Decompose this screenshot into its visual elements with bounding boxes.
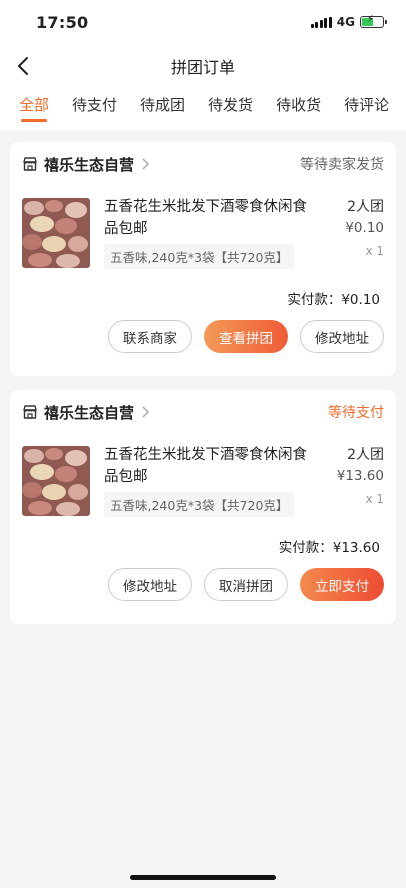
unit-price: ¥13.60 bbox=[336, 468, 384, 484]
order-card: 禧乐生态自营 等待卖家发货 五香花生米批发下酒零食休闲食品包邮 五香味,240克… bbox=[10, 142, 396, 376]
group-size: 2人团 bbox=[347, 447, 384, 463]
shop-name: 禧乐生态自营 bbox=[44, 155, 135, 174]
product-image bbox=[22, 198, 90, 268]
page-title: 拼团订单 bbox=[170, 58, 235, 77]
amount-paid: 实付款：¥0.10 bbox=[287, 292, 380, 308]
store-icon bbox=[22, 404, 38, 420]
product-image bbox=[22, 446, 90, 516]
status-bar: 17:50 4G ⚡ bbox=[0, 0, 406, 44]
home-indicator[interactable] bbox=[130, 875, 276, 880]
order-status: 等待支付 bbox=[328, 405, 384, 421]
shop-name: 禧乐生态自营 bbox=[44, 403, 135, 422]
product-pricing: 2人团 ¥0.10 x 1 bbox=[328, 196, 384, 278]
product-row[interactable]: 五香花生米批发下酒零食休闲食品包邮 五香味,240克*3袋【共720克】 2人团… bbox=[10, 434, 396, 526]
quantity: x 1 bbox=[365, 244, 384, 258]
unit-price: ¥0.10 bbox=[345, 220, 384, 236]
pay-now-button[interactable]: 立即支付 bbox=[300, 568, 384, 601]
chevron-left-icon bbox=[18, 57, 28, 75]
product-spec: 五香味,240克*3袋【共720克】 bbox=[104, 492, 295, 517]
shop-row[interactable]: 禧乐生态自营 等待卖家发货 bbox=[10, 142, 396, 186]
order-actions: 修改地址 取消拼团 立即支付 bbox=[10, 568, 396, 601]
order-status: 等待卖家发货 bbox=[300, 157, 384, 173]
quantity: x 1 bbox=[365, 492, 384, 506]
nav-bar: 拼团订单 bbox=[0, 44, 406, 88]
view-group-button[interactable]: 查看拼团 bbox=[204, 320, 288, 353]
contact-seller-button[interactable]: 联系商家 bbox=[108, 320, 192, 353]
charging-icon: ⚡ bbox=[367, 14, 375, 25]
chevron-right-icon bbox=[142, 406, 150, 418]
product-row[interactable]: 五香花生米批发下酒零食休闲食品包邮 五香味,240克*3袋【共720克】 2人团… bbox=[10, 186, 396, 278]
tab-all[interactable]: 全部 bbox=[19, 88, 49, 122]
order-card: 禧乐生态自营 等待支付 五香花生米批发下酒零食休闲食品包邮 五香味,240克*3… bbox=[10, 390, 396, 624]
top-area: 17:50 4G ⚡ 拼团订单 全部 待支付 待成团 待发货 待收货 待评论 bbox=[0, 0, 406, 130]
product-pricing: 2人团 ¥13.60 x 1 bbox=[328, 444, 384, 526]
edit-address-button[interactable]: 修改地址 bbox=[108, 568, 192, 601]
store-icon bbox=[22, 156, 38, 172]
group-size: 2人团 bbox=[347, 199, 384, 215]
tab-pending-payment[interactable]: 待支付 bbox=[72, 88, 117, 115]
tab-pending-review[interactable]: 待评论 bbox=[344, 88, 389, 115]
product-name: 五香花生米批发下酒零食休闲食品包邮 bbox=[104, 199, 307, 237]
chevron-right-icon bbox=[142, 158, 150, 170]
product-name: 五香花生米批发下酒零食休闲食品包邮 bbox=[104, 447, 307, 485]
signal-icon bbox=[310, 16, 332, 28]
edit-address-button[interactable]: 修改地址 bbox=[300, 320, 384, 353]
tab-pending-group[interactable]: 待成团 bbox=[140, 88, 185, 115]
product-info: 五香花生米批发下酒零食休闲食品包邮 五香味,240克*3袋【共720克】 bbox=[90, 444, 328, 526]
battery-icon: ⚡ bbox=[360, 14, 387, 28]
amount-paid: 实付款：¥13.60 bbox=[278, 540, 380, 556]
tab-pending-receipt[interactable]: 待收货 bbox=[276, 88, 321, 115]
product-spec: 五香味,240克*3袋【共720克】 bbox=[104, 244, 295, 269]
system-indicators: 4G ⚡ bbox=[310, 14, 387, 29]
product-info: 五香花生米批发下酒零食休闲食品包邮 五香味,240克*3袋【共720克】 bbox=[90, 196, 328, 278]
tab-pending-shipment[interactable]: 待发货 bbox=[208, 88, 253, 115]
network-type: 4G bbox=[336, 15, 355, 29]
status-time: 17:50 bbox=[36, 12, 89, 32]
order-actions: 联系商家 查看拼团 修改地址 bbox=[10, 320, 396, 353]
cancel-group-button[interactable]: 取消拼团 bbox=[204, 568, 288, 601]
order-tabs: 全部 待支付 待成团 待发货 待收货 待评论 bbox=[0, 88, 406, 130]
back-button[interactable] bbox=[12, 54, 36, 78]
shop-row[interactable]: 禧乐生态自营 等待支付 bbox=[10, 390, 396, 434]
